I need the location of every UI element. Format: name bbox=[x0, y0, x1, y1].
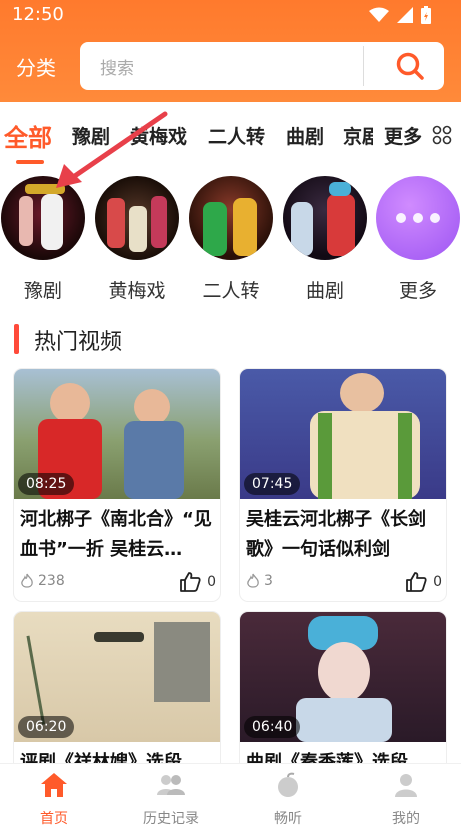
top-bar: 12:50 分类 搜索 bbox=[0, 0, 461, 102]
video-card[interactable]: 07:45 吴桂云河北梆子《长剑歌》一句话似利剑 3 0 bbox=[240, 369, 446, 601]
view-count: 238 bbox=[20, 573, 65, 589]
circle-label: 曲剧 bbox=[305, 280, 344, 302]
video-title: 河北梆子《南北合》“见血书”一折 吴桂云… bbox=[20, 509, 212, 560]
view-count: 3 bbox=[246, 573, 273, 589]
status-bar: 12:50 bbox=[0, 0, 461, 30]
search-icon[interactable] bbox=[394, 50, 426, 82]
circle-label: 黄梅戏 bbox=[108, 280, 166, 302]
nav-listen[interactable]: 畅听 bbox=[248, 770, 328, 825]
like-count[interactable]: 0 bbox=[179, 571, 216, 593]
quju-thumbnail bbox=[283, 176, 367, 260]
search-bar[interactable]: 搜索 bbox=[80, 42, 444, 90]
tab-quju[interactable]: 曲剧 bbox=[286, 122, 324, 149]
battery-icon bbox=[421, 6, 431, 24]
circle-label: 豫剧 bbox=[23, 280, 62, 302]
circle-label: 二人转 bbox=[202, 280, 260, 302]
nav-home[interactable]: 首页 bbox=[14, 770, 94, 825]
like-count[interactable]: 0 bbox=[405, 571, 442, 593]
search-divider bbox=[363, 46, 364, 86]
thumbs-up-icon[interactable] bbox=[405, 571, 427, 593]
video-duration: 06:20 bbox=[18, 716, 75, 738]
history-icon bbox=[157, 775, 185, 795]
video-duration: 08:25 bbox=[18, 473, 75, 495]
grid-icon[interactable] bbox=[432, 125, 452, 145]
nav-profile[interactable]: 我的 bbox=[366, 770, 446, 825]
video-meta: 238 0 bbox=[20, 571, 216, 595]
circle-item-huangmeixi[interactable]: 黄梅戏 bbox=[94, 176, 180, 303]
listen-icon bbox=[278, 772, 298, 797]
home-icon bbox=[41, 773, 67, 797]
errenzhuan-thumbnail bbox=[189, 176, 273, 260]
video-card[interactable]: 08:25 河北梆子《南北合》“见血书”一折 吴桂云… 238 0 bbox=[14, 369, 220, 601]
annotation-arrow bbox=[56, 111, 168, 188]
circle-label: 更多 bbox=[398, 280, 437, 302]
status-icons bbox=[369, 6, 431, 24]
status-time: 12:50 bbox=[12, 4, 64, 25]
category-button[interactable]: 分类 bbox=[16, 52, 56, 81]
tab-more[interactable]: 更多 bbox=[384, 122, 422, 149]
search-input[interactable]: 搜索 bbox=[100, 54, 134, 79]
heading-accent-bar bbox=[14, 324, 19, 354]
video-meta: 3 0 bbox=[246, 571, 442, 595]
video-duration: 06:40 bbox=[244, 716, 301, 738]
wifi-icon bbox=[369, 7, 389, 22]
tab-underline bbox=[16, 160, 44, 164]
circle-item-errenzhuan[interactable]: 二人转 bbox=[188, 176, 274, 303]
circle-item-more[interactable]: 更多 bbox=[375, 176, 461, 303]
bottom-navigation: 首页 历史记录 畅听 我的 bbox=[0, 763, 461, 825]
video-title: 吴桂云河北梆子《长剑歌》一句话似利剑 bbox=[246, 509, 426, 560]
circle-item-yuju[interactable]: 豫剧 bbox=[0, 176, 86, 303]
fire-icon bbox=[21, 573, 33, 588]
tab-errenzhuan[interactable]: 二人转 bbox=[208, 122, 265, 149]
video-duration: 07:45 bbox=[244, 473, 301, 495]
section-title: 热门视频 bbox=[34, 330, 123, 355]
tab-all[interactable]: 全部 bbox=[4, 118, 52, 153]
category-circles: 豫剧 黄梅戏 二人转 曲剧 更多 bbox=[0, 176, 461, 306]
thumbs-up-icon[interactable] bbox=[179, 571, 201, 593]
circle-item-quju[interactable]: 曲剧 bbox=[282, 176, 368, 303]
profile-icon bbox=[395, 774, 417, 797]
tab-jingju[interactable]: 京剧 bbox=[343, 122, 373, 149]
nav-history[interactable]: 历史记录 bbox=[131, 770, 211, 825]
signal-icon bbox=[397, 7, 413, 23]
fire-icon bbox=[247, 573, 259, 588]
more-dots-icon bbox=[376, 176, 460, 260]
